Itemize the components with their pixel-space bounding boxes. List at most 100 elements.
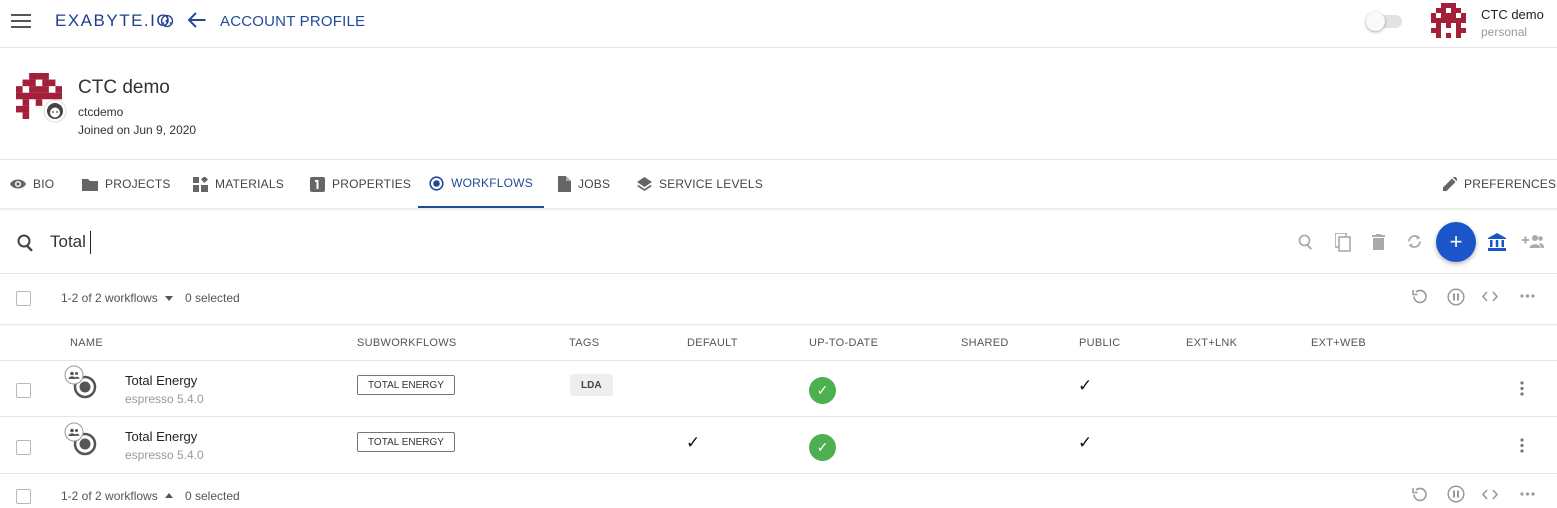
profile-display-name: CTC demo (78, 77, 170, 98)
column-header-public[interactable]: PUBLIC (1079, 337, 1121, 349)
column-header-ext-web[interactable]: EXT+WEB (1311, 337, 1366, 349)
caret-up-icon[interactable] (165, 493, 173, 498)
select-all-checkbox[interactable] (16, 489, 31, 504)
tag-chip[interactable]: LDA (570, 374, 613, 396)
workflow-application: espresso 5.4.0 (125, 448, 204, 462)
profile-username: ctcdemo (78, 105, 124, 119)
subworkflow-chip[interactable]: TOTAL ENERGY (357, 432, 455, 452)
pager-bottom: 1-2 of 2 workflows 0 selected (0, 474, 1557, 508)
column-header-subworkflows[interactable]: SUBWORKFLOWS (357, 337, 457, 349)
column-header-tags[interactable]: TAGS (569, 337, 599, 349)
search-icon (17, 234, 35, 252)
history-icon[interactable] (1411, 486, 1428, 503)
workflows-icon (429, 175, 444, 191)
search-toolbar: + (0, 210, 1557, 274)
tab-label: SERVICE LEVELS (659, 177, 763, 191)
user-account-type: personal (1481, 25, 1528, 39)
refresh-icon[interactable] (1406, 233, 1423, 250)
profile-tabs: BIO PROJECTS MATERIALS PROPERTIES WORKFL… (0, 160, 1557, 210)
tab-label: BIO (33, 177, 55, 191)
user-avatar[interactable] (1431, 3, 1466, 38)
up-to-date-check-icon: ✓ (809, 434, 836, 461)
workflows-table-header: NAME SUBWORKFLOWS TAGS DEFAULT UP-TO-DAT… (0, 324, 1557, 361)
page-title: ACCOUNT PROFILE (220, 13, 366, 30)
share-users-icon[interactable] (1522, 234, 1544, 248)
code-icon[interactable] (1482, 291, 1498, 302)
workflow-name[interactable]: Total Energy (125, 429, 197, 444)
bank-icon[interactable] (1488, 233, 1506, 251)
code-icon[interactable] (1482, 489, 1498, 500)
materials-icon (193, 176, 208, 192)
tab-preferences[interactable]: PREFERENCES (1443, 160, 1556, 208)
tab-projects[interactable]: PROJECTS (82, 160, 171, 208)
tab-jobs[interactable]: JOBS (558, 160, 610, 208)
selected-count: 0 selected (185, 291, 240, 305)
pagination-range[interactable]: 1-2 of 2 workflows (61, 489, 158, 503)
layers-icon (637, 176, 652, 192)
tab-label: WORKFLOWS (451, 176, 533, 190)
search-action-icon[interactable] (1298, 234, 1314, 250)
history-icon[interactable] (1411, 288, 1428, 305)
select-all-checkbox[interactable] (16, 291, 31, 306)
public-check-icon: ✓ (1078, 376, 1093, 395)
up-to-date-check-icon: ✓ (809, 377, 836, 404)
caret-down-icon[interactable] (165, 296, 173, 301)
public-check-icon: ✓ (1078, 433, 1093, 452)
tab-properties[interactable]: PROPERTIES (310, 160, 411, 208)
pencil-icon (1443, 177, 1457, 191)
profile-header: CTC demo ctcdemo Joined on Jun 9, 2020 (0, 48, 1557, 160)
tab-bio[interactable]: BIO (10, 160, 54, 208)
brand-logo[interactable]: EXABYTE.IO (55, 11, 171, 31)
search-input[interactable] (50, 231, 650, 253)
column-header-name[interactable]: NAME (70, 337, 103, 349)
tab-label: PROJECTS (105, 177, 171, 191)
more-horizontal-icon[interactable] (1520, 492, 1535, 496)
workflow-name[interactable]: Total Energy (125, 373, 197, 388)
default-check-icon: ✓ (686, 433, 701, 452)
brand-atom-icon (160, 14, 174, 28)
pause-icon[interactable] (1447, 288, 1465, 306)
menu-icon[interactable] (11, 13, 31, 29)
more-horizontal-icon[interactable] (1520, 294, 1535, 298)
row-checkbox[interactable] (16, 440, 31, 455)
properties-icon (310, 176, 325, 192)
create-workflow-button[interactable]: + (1436, 222, 1476, 262)
table-row[interactable]: Total Energy espresso 5.4.0 TOTAL ENERGY… (0, 360, 1557, 417)
delete-icon[interactable] (1372, 234, 1385, 250)
tab-label: JOBS (578, 177, 611, 191)
row-checkbox[interactable] (16, 383, 31, 398)
profile-joined-date: Joined on Jun 9, 2020 (78, 123, 197, 137)
workflow-icon (64, 422, 100, 458)
column-header-up-to-date[interactable]: UP-TO-DATE (809, 337, 878, 349)
toggle-knob (1366, 12, 1385, 31)
pagination-range[interactable]: 1-2 of 2 workflows (61, 291, 158, 305)
pager-top: 1-2 of 2 workflows 0 selected (0, 274, 1557, 322)
column-header-ext-lnk[interactable]: EXT+LNK (1186, 337, 1237, 349)
tab-materials[interactable]: MATERIALS (193, 160, 284, 208)
pause-icon[interactable] (1447, 485, 1465, 503)
back-arrow-icon[interactable] (188, 12, 206, 28)
text-cursor (90, 231, 91, 254)
top-app-bar: EXABYTE.IO ACCOUNT PROFILE CTC demo pers… (0, 0, 1557, 48)
selected-count: 0 selected (185, 489, 240, 503)
document-icon (558, 176, 571, 192)
row-more-vertical-icon[interactable] (1520, 438, 1524, 453)
table-row[interactable]: Total Energy espresso 5.4.0 TOTAL ENERGY… (0, 417, 1557, 474)
column-header-default[interactable]: DEFAULT (687, 337, 738, 349)
brand-text: EXABYTE.IO (55, 11, 172, 30)
tab-label: MATERIALS (215, 177, 284, 191)
tab-service-levels[interactable]: SERVICE LEVELS (637, 160, 763, 208)
workflow-application: espresso 5.4.0 (125, 392, 204, 406)
copy-icon[interactable] (1335, 233, 1351, 252)
tab-label: PREFERENCES (1464, 177, 1557, 191)
subworkflow-chip[interactable]: TOTAL ENERGY (357, 375, 455, 395)
row-more-vertical-icon[interactable] (1520, 381, 1524, 396)
tab-label: PROPERTIES (332, 177, 412, 191)
folder-icon (82, 178, 98, 191)
workflow-icon (64, 365, 100, 401)
tab-workflows[interactable]: WORKFLOWS (418, 160, 544, 208)
column-header-shared[interactable]: SHARED (961, 337, 1009, 349)
theme-toggle[interactable] (1366, 12, 1402, 31)
eye-icon (10, 178, 26, 190)
user-name[interactable]: CTC demo (1481, 7, 1544, 22)
